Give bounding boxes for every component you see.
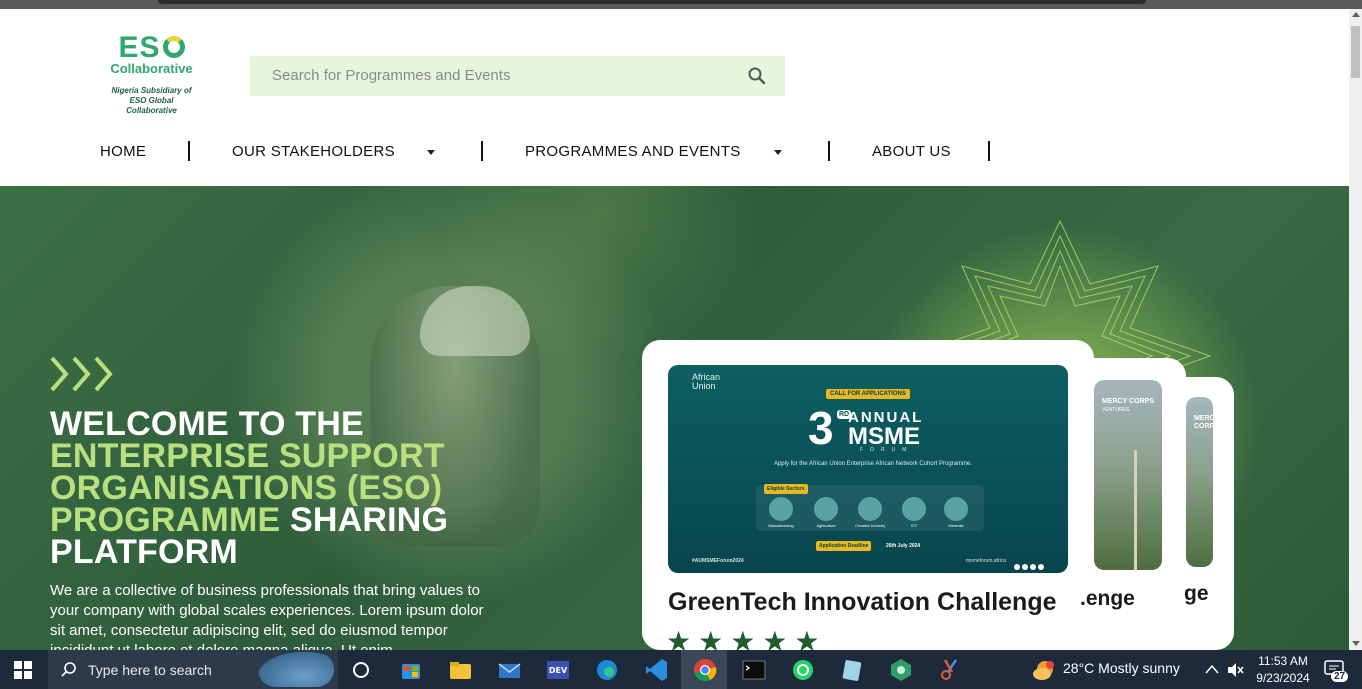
snipping-tool-icon[interactable] [935,655,965,685]
speaker-muted-icon[interactable] [1227,662,1245,678]
svg-text:DEV: DEV [549,666,568,675]
poster-org: MERCY CORPS [1194,415,1213,430]
poster-org: African Union [692,372,721,391]
logo-o-ring-icon [162,36,185,58]
clock-date: 9/23/2024 [1256,671,1310,685]
dev-home-icon[interactable]: DEV [543,655,573,685]
scroll-down-icon[interactable] [1352,641,1360,646]
scroll-up-icon[interactable] [1352,12,1360,17]
search-icon[interactable] [747,66,767,86]
notification-count-badge: 27 [1331,671,1349,682]
hero-headline: WELCOME TO THE ENTERPRISE SUPPORT ORGANI… [50,407,510,569]
nav-divider [481,141,483,161]
nav-divider [828,141,830,161]
site-header: ES Collaborative Nigeria Subsidiary of E… [0,9,1349,186]
sector-icon [769,497,793,521]
main-nav: HOME OUR STAKEHOLDERS PROGRAMMES AND EVE… [0,141,1349,163]
sector-icon [902,497,926,521]
poster-hashtag: #AUMSMEForum2024 [692,558,744,564]
sector-item: Manufacturing [766,497,796,528]
windows-taskbar: Type here to search DEV 28°C Mostly sunn… [0,650,1362,689]
task-view-icon[interactable] [346,655,376,685]
nav-home[interactable]: HOME [100,143,146,160]
chevron-down-icon[interactable] [427,150,435,155]
windows-start-icon[interactable] [14,661,32,679]
card-title[interactable]: .enge [1080,587,1135,611]
app-hex-icon[interactable] [886,655,916,685]
poster-forum: FORUM [860,447,914,453]
search-bar [250,56,785,96]
card-title[interactable]: ge [1184,582,1209,606]
nav-our-stakeholders[interactable]: OUR STAKEHOLDERS [232,143,395,160]
nav-divider [988,141,990,161]
card-image-msme-forum: African Union CALL FOR APPLICATIONS 3 RD… [668,365,1068,573]
system-clock[interactable]: 11:53 AM 9/23/2024 [1250,653,1316,687]
card-image: MERCY CORPS VENTURES [1094,380,1162,570]
mail-icon[interactable] [494,655,524,685]
scrollbar-thumb[interactable] [1351,26,1360,78]
search-icon [61,662,76,677]
eso-logo[interactable]: ES Collaborative Nigeria Subsidiary of E… [104,33,199,116]
sector-item: Agriculture [811,497,841,528]
whatsapp-icon[interactable] [788,655,818,685]
clock-time: 11:53 AM [1258,654,1308,668]
edge-browser-icon[interactable] [592,655,622,685]
poster-apply-text: Apply for the African Union Enterprise A… [773,461,973,467]
sector-item: Creative Industry [855,497,885,528]
file-explorer-icon[interactable] [445,655,475,685]
card-title[interactable]: GreenTech Innovation Challenge [668,588,1057,617]
poster-badge: CALL FOR APPLICATIONS [826,389,910,399]
poster-site: msmeforum.africa [966,558,1007,564]
sector-icon [814,497,838,521]
social-icons [1014,557,1046,573]
poster-org: MERCY CORPS VENTURES [1102,398,1154,413]
poster-pole [1134,450,1137,570]
notes-app-icon[interactable] [837,655,867,685]
microsoft-store-icon[interactable] [396,655,426,685]
chrome-icon[interactable] [690,655,720,685]
chevrons-right-icon [50,356,113,392]
sector-item: ICT [899,497,929,528]
sector-icon [944,497,968,521]
nav-about-us[interactable]: ABOUT US [872,143,951,160]
search-highlight-image [258,652,334,687]
poster-deadline-date: 26th July 2024 [886,543,921,549]
hero-description: We are a collective of business professi… [50,582,484,650]
nav-divider [188,141,190,161]
poster-number: 3 [808,402,834,454]
logo-tagline: Nigeria Subsidiary of ESO Global Collabo… [111,86,192,115]
weather-text[interactable]: 28°C Mostly sunny [1063,660,1180,676]
sector-item: Minerals [941,497,971,528]
sector-icon [858,497,882,521]
terminal-icon[interactable] [739,655,769,685]
poster-eligible-label: Eligible Sectors [764,484,808,494]
weather-cloud-sun-icon[interactable] [1032,659,1056,681]
logo-wordmark: ES [104,33,199,63]
taskbar-search-box[interactable]: Type here to search [48,650,338,689]
chevron-up-icon[interactable] [1205,664,1219,674]
vscode-icon[interactable] [641,655,671,685]
browser-top-strip [0,0,1362,9]
page-scrollbar[interactable] [1349,9,1362,650]
card-image: MERCY CORPS [1186,397,1213,567]
chevron-down-icon[interactable] [774,150,782,155]
logo-subtitle: Collaborative [110,61,193,76]
nav-programmes-and-events[interactable]: PROGRAMMES AND EVENTS [525,143,741,160]
search-input[interactable] [270,66,734,85]
taskbar-search-placeholder: Type here to search [88,662,212,678]
poster-deadline-label: Application Deadline [816,541,872,551]
